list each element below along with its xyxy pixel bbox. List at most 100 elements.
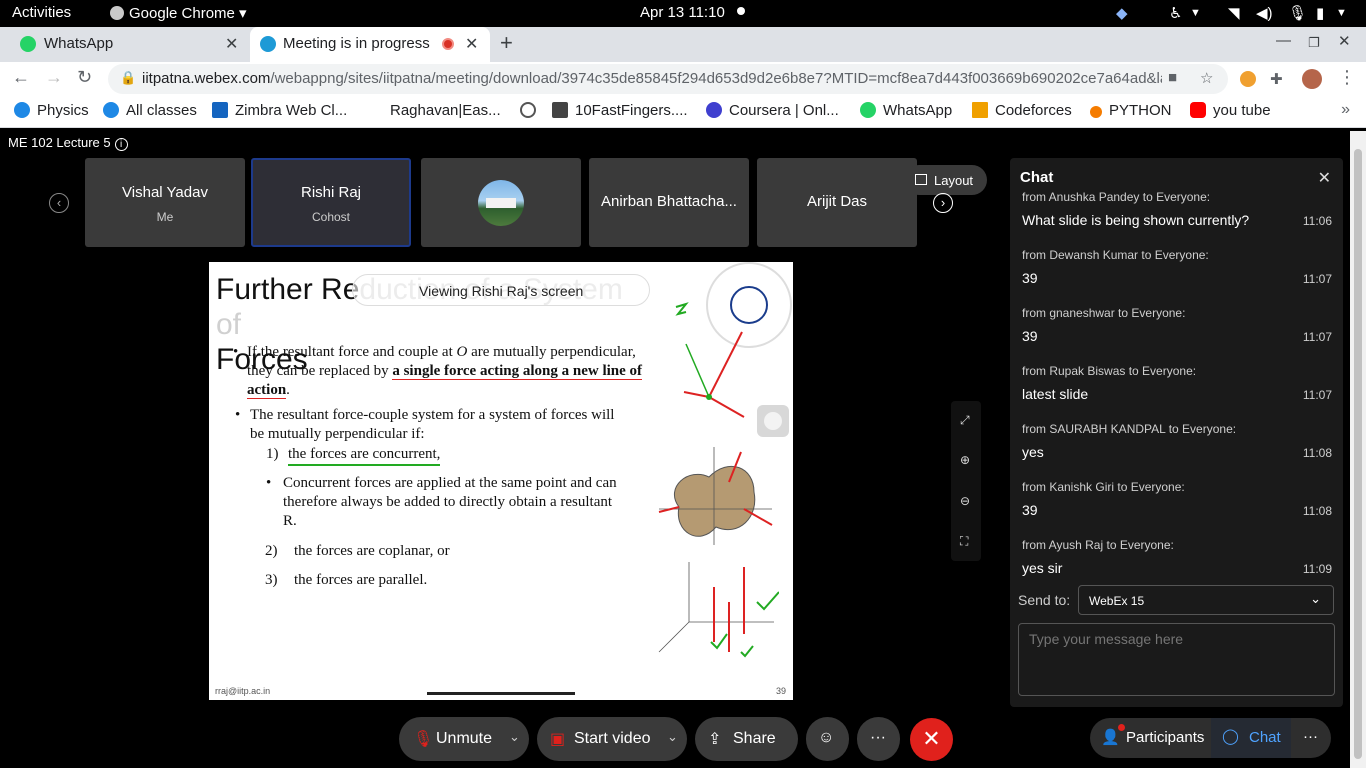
chat-text: What slide is being shown currently?: [1022, 212, 1250, 228]
tab-meeting[interactable]: Meeting is in progress ✕: [250, 27, 490, 62]
z-axis: [658, 621, 690, 653]
send-to-value: WebEx 15: [1089, 594, 1145, 608]
tab-whatsapp[interactable]: WhatsApp ✕: [0, 27, 246, 62]
bullet1-text: .: [286, 382, 290, 398]
chevron-down-icon[interactable]: ⌄: [667, 729, 678, 745]
chat-time: 11:08: [1302, 446, 1332, 460]
system-top-bar: Activities Google Chrome ▾ Apr 13 11:10 …: [0, 0, 1366, 27]
tab-strip: WhatsApp ✕ Meeting is in progress ✕ + — …: [0, 27, 1366, 62]
send-to-select[interactable]: WebEx 15 ⌄: [1078, 585, 1334, 615]
slide-bullet-2: The resultant force-couple system for a …: [250, 407, 615, 442]
fit-screen-icon[interactable]: ⛶: [960, 534, 968, 549]
chat-bubble-icon: ◯: [1222, 728, 1239, 745]
chat-text: latest slide: [1022, 386, 1089, 402]
participant-tile[interactable]: Vishal Yadav Me: [85, 158, 245, 247]
slide-item-1: the forces are concurrent,: [288, 445, 441, 466]
more-options-button[interactable]: ···: [857, 717, 900, 761]
chevron-down-icon[interactable]: ⌄: [509, 729, 520, 745]
chevron-right-icon[interactable]: ›: [933, 193, 953, 213]
chevron-down-icon: ▼: [1190, 7, 1201, 19]
bookmark-coursera[interactable]: Coursera | Onl...: [706, 102, 839, 119]
participant-tile[interactable]: Arijit Das: [757, 158, 917, 247]
leave-meeting-button[interactable]: ✕: [910, 718, 953, 761]
lock-icon: 🔒: [120, 70, 137, 85]
chat-message-list[interactable]: from Anushka Pandey to Everyone: What sl…: [1010, 192, 1343, 578]
back-icon[interactable]: ←: [12, 67, 30, 88]
url-text[interactable]: iitpatna.webex.com/webappng/sites/iitpat…: [142, 70, 1162, 87]
participant-tile-active-speaker[interactable]: Rishi Raj Cohost: [251, 158, 411, 247]
bookmarks-bar: Physics All classes Zimbra Web Cl... Rag…: [0, 96, 1366, 128]
close-icon[interactable]: ✕: [225, 34, 238, 54]
close-window-icon[interactable]: ✕: [1338, 32, 1351, 50]
scrollbar-thumb[interactable]: [1354, 149, 1362, 759]
chat-button[interactable]: ◯ Chat: [1211, 718, 1291, 758]
clock[interactable]: Apr 13 11:10: [640, 4, 745, 21]
camera-icon[interactable]: ■: [1168, 69, 1177, 86]
chevron-right-icon[interactable]: »: [1341, 101, 1350, 119]
chat-time: 11:07: [1302, 330, 1332, 344]
bookmark-zimbra[interactable]: Zimbra Web Cl...: [212, 102, 347, 119]
bookmark-star-icon[interactable]: ☆: [1200, 69, 1213, 87]
bookmark-label: Zimbra Web Cl...: [235, 102, 348, 119]
chat-time: 11:09: [1302, 562, 1332, 576]
minimize-icon[interactable]: —: [1276, 32, 1291, 49]
chevron-left-icon[interactable]: ‹: [49, 193, 69, 213]
bookmark-youtube[interactable]: you tube: [1190, 102, 1271, 119]
zoom-in-icon[interactable]: ⊕: [960, 453, 970, 467]
force-arrow: [708, 331, 743, 398]
classroom-icon: [103, 102, 119, 118]
bookmark-10fastfingers[interactable]: 10FastFingers....: [552, 102, 688, 119]
shared-screen-slide[interactable]: Further Reduction of a System ofForces V…: [209, 262, 793, 700]
bullet-dot: •: [233, 344, 239, 360]
bookmark-python[interactable]: PYTHON: [1090, 102, 1172, 119]
participants-button[interactable]: 👤 Participants: [1090, 718, 1211, 758]
reactions-button[interactable]: ☺: [806, 717, 849, 761]
new-tab-icon[interactable]: +: [500, 30, 513, 56]
share-icon: ⇪: [708, 731, 722, 748]
share-button[interactable]: ⇪ Share: [695, 717, 798, 761]
app-menu[interactable]: Google Chrome ▾: [110, 4, 247, 22]
bookmark-all-classes[interactable]: All classes: [103, 102, 197, 119]
start-video-button[interactable]: ▣ Start video ⌄: [537, 717, 687, 761]
bookmark-whatsapp[interactable]: WhatsApp: [860, 102, 952, 119]
page-scrollbar[interactable]: [1350, 131, 1366, 768]
fastfingers-icon: [552, 102, 568, 118]
reload-icon[interactable]: ↻: [77, 67, 92, 88]
bookmark-raghavan[interactable]: Raghavan|Eas...: [390, 102, 501, 119]
participant-name: Arijit Das: [806, 193, 867, 210]
extension-icon[interactable]: [1240, 71, 1256, 87]
info-icon[interactable]: i: [114, 138, 128, 151]
close-icon[interactable]: ✕: [1318, 168, 1331, 188]
participant-tile[interactable]: [421, 158, 581, 247]
participant-tile[interactable]: Anirban Bhattacha...: [589, 158, 749, 247]
chat-sender: from Kanishk Giri to Everyone:: [1022, 480, 1185, 494]
bookmark-physics[interactable]: Physics: [14, 102, 89, 119]
bookmark-codeforces[interactable]: Codeforces: [972, 102, 1072, 119]
recording-icon: [442, 38, 454, 50]
expand-icon[interactable]: ⤢: [960, 413, 970, 428]
zoom-controls: ⤢ ⊕ ⊖ ⛶: [951, 401, 981, 561]
bookmark-label: WhatsApp: [883, 102, 953, 119]
layout-button[interactable]: Layout: [904, 165, 987, 195]
chat-sender: from Dewansh Kumar to Everyone:: [1022, 248, 1209, 262]
unmute-button[interactable]: 🎙 Unmute ⌄: [399, 717, 529, 761]
activities-button[interactable]: Activities: [12, 4, 71, 21]
profile-avatar[interactable]: [1302, 69, 1322, 89]
panel-buttons: 👤 Participants ◯ Chat ···: [1090, 718, 1331, 758]
address-bar[interactable]: 🔒 iitpatna.webex.com/webappng/sites/iitp…: [108, 64, 1228, 94]
unmute-label: Unmute: [436, 730, 493, 747]
close-icon[interactable]: ✕: [465, 34, 478, 54]
maximize-icon[interactable]: ❐: [1308, 35, 1320, 51]
bookmark-globe[interactable]: [520, 102, 543, 119]
annotation-handle[interactable]: [757, 405, 789, 437]
menu-icon[interactable]: ⋮: [1338, 67, 1356, 88]
chat-sender: from SAURABH KANDPAL to Everyone:: [1022, 422, 1237, 436]
more-panels-button[interactable]: ···: [1291, 718, 1331, 758]
participant-avatar: [478, 180, 524, 226]
chat-sender: from Rupak Biswas to Everyone:: [1022, 364, 1197, 378]
chat-message-input[interactable]: [1018, 623, 1335, 696]
zoom-out-icon[interactable]: ⊖: [960, 494, 970, 508]
puzzle-icon[interactable]: ✚: [1270, 70, 1283, 88]
bookmark-label: 10FastFingers....: [575, 102, 688, 119]
forward-icon[interactable]: →: [45, 67, 63, 88]
